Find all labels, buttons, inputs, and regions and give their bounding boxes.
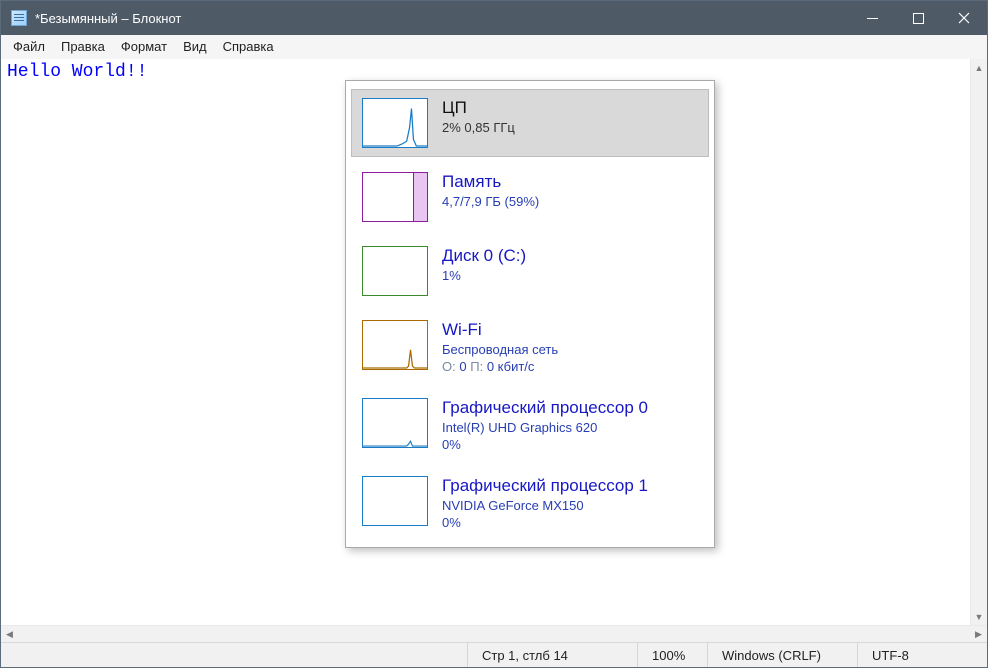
titlebar[interactable]: *Безымянный – Блокнот [1, 1, 987, 35]
window-title: *Безымянный – Блокнот [35, 11, 849, 26]
cpu-graph-thumbnail [362, 98, 428, 148]
wifi-title: Wi-Fi [442, 320, 558, 340]
status-zoom: 100% [637, 643, 707, 667]
status-eol: Windows (CRLF) [707, 643, 857, 667]
scroll-up-icon[interactable]: ▲ [971, 59, 988, 76]
status-encoding: UTF-8 [857, 643, 987, 667]
gpu1-title: Графический процессор 1 [442, 476, 648, 496]
disk0-graph-thumbnail [362, 246, 428, 296]
maximize-button[interactable] [895, 1, 941, 35]
perf-row-cpu[interactable]: ЦП 2% 0,85 ГГц [351, 89, 709, 157]
perf-row-wifi[interactable]: Wi-Fi Беспроводная сеть О: 0 П: 0 кбит/с [351, 311, 709, 383]
wifi-rx-label: О: [442, 359, 456, 374]
gpu1-subtitle-2: 0% [442, 515, 648, 530]
statusbar-spacer [1, 643, 467, 667]
gpu0-subtitle-2: 0% [442, 437, 648, 452]
wifi-tx-value: 0 кбит/с [487, 359, 535, 374]
menu-help[interactable]: Справка [215, 37, 282, 56]
statusbar: Стр 1, стлб 14 100% Windows (CRLF) UTF-8 [1, 642, 987, 667]
gpu0-subtitle-1: Intel(R) UHD Graphics 620 [442, 420, 648, 435]
gpu1-graph-thumbnail [362, 476, 428, 526]
memory-graph-thumbnail [362, 172, 428, 222]
scroll-down-icon[interactable]: ▼ [971, 608, 988, 625]
gpu1-subtitle-1: NVIDIA GeForce MX150 [442, 498, 648, 513]
wifi-subtitle-1: Беспроводная сеть [442, 342, 558, 357]
menu-edit[interactable]: Правка [53, 37, 113, 56]
gpu0-title: Графический процессор 0 [442, 398, 648, 418]
perf-row-disk0[interactable]: Диск 0 (C:) 1% [351, 237, 709, 305]
status-position: Стр 1, стлб 14 [467, 643, 637, 667]
perf-row-gpu1[interactable]: Графический процессор 1 NVIDIA GeForce MX… [351, 467, 709, 539]
menu-file[interactable]: Файл [5, 37, 53, 56]
cpu-title: ЦП [442, 98, 515, 118]
gpu0-graph-thumbnail [362, 398, 428, 448]
wifi-subtitle-2: О: 0 П: 0 кбит/с [442, 359, 558, 374]
menubar: Файл Правка Формат Вид Справка [1, 35, 987, 59]
gpu1-text-group: Графический процессор 1 NVIDIA GeForce MX… [442, 476, 648, 530]
notepad-app-icon [11, 10, 27, 26]
scroll-right-icon[interactable]: ▶ [970, 626, 987, 643]
memory-title: Память [442, 172, 539, 192]
minimize-button[interactable] [849, 1, 895, 35]
cpu-text-group: ЦП 2% 0,85 ГГц [442, 98, 515, 135]
menu-format[interactable]: Формат [113, 37, 175, 56]
horizontal-scrollbar[interactable]: ◀ ▶ [1, 625, 987, 642]
disk0-text-group: Диск 0 (C:) 1% [442, 246, 526, 283]
menu-view[interactable]: Вид [175, 37, 215, 56]
editor-text[interactable]: Hello World!! [7, 62, 147, 82]
disk0-subtitle-1: 1% [442, 268, 526, 283]
scroll-left-icon[interactable]: ◀ [1, 626, 18, 643]
gpu0-text-group: Графический процессор 0 Intel(R) UHD Grap… [442, 398, 648, 452]
memory-text-group: Память 4,7/7,9 ГБ (59%) [442, 172, 539, 209]
cpu-subtitle-1: 2% 0,85 ГГц [442, 120, 515, 135]
wifi-tx-label: П: [470, 359, 483, 374]
wifi-text-group: Wi-Fi Беспроводная сеть О: 0 П: 0 кбит/с [442, 320, 558, 374]
close-button[interactable] [941, 1, 987, 35]
disk0-title: Диск 0 (C:) [442, 246, 526, 266]
wifi-rx-value: 0 [459, 359, 466, 374]
vertical-scrollbar[interactable]: ▲ ▼ [970, 59, 987, 625]
memory-subtitle-1: 4,7/7,9 ГБ (59%) [442, 194, 539, 209]
perf-row-memory[interactable]: Память 4,7/7,9 ГБ (59%) [351, 163, 709, 231]
wifi-graph-thumbnail [362, 320, 428, 370]
perf-row-gpu0[interactable]: Графический процессор 0 Intel(R) UHD Grap… [351, 389, 709, 461]
window-control-buttons [849, 1, 987, 35]
taskmgr-perf-sidebar[interactable]: ЦП 2% 0,85 ГГц Память 4,7/7,9 ГБ (59%) Диск … [345, 80, 715, 548]
